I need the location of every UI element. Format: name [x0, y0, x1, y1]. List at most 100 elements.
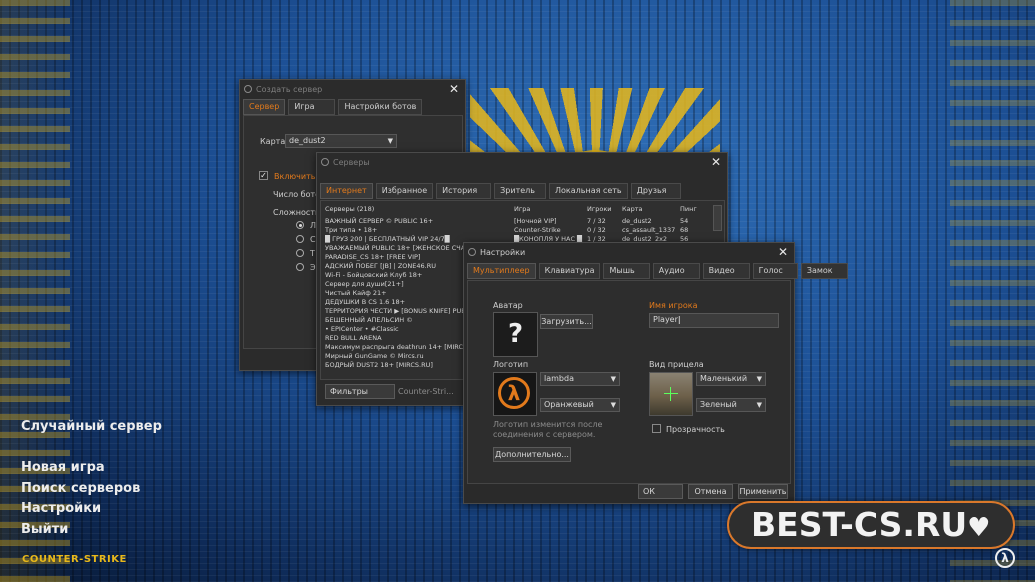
tab-video[interactable]: Видео [702, 263, 750, 279]
map-cell: de_dust2 [622, 217, 652, 225]
chevron-down-icon: ▼ [610, 375, 616, 383]
difficulty-radio-easy[interactable] [296, 221, 304, 229]
difficulty-radio-normal[interactable] [296, 235, 304, 243]
map-cell: cs_assault_1337 [622, 226, 676, 234]
map-label: Карта [260, 137, 286, 146]
tab-friends[interactable]: Друзья [630, 183, 682, 199]
table-row[interactable]: ВАЖНЫЙ СЕРВЕР © PUBLIC 16+ [Ночной VIP] 7 … [321, 217, 724, 226]
list-scrollbar[interactable] [713, 205, 722, 231]
tab-keyboard[interactable]: Клавиатура [538, 263, 601, 279]
radio-label-normal: С [310, 235, 316, 244]
ok-button[interactable]: ОК [638, 484, 683, 499]
steam-icon [321, 158, 329, 166]
crosshair-size-select[interactable]: Маленький ▼ [696, 372, 766, 386]
crosshair-color-select[interactable]: Зеленый ▼ [696, 398, 766, 412]
players-cell: 0 / 32 [587, 226, 606, 234]
tab-bot-settings[interactable]: Настройки ботов [338, 99, 423, 115]
upload-button[interactable]: Загрузить... [540, 314, 593, 329]
crosshair-icon [664, 393, 678, 394]
bot-count-label: Число бото [273, 190, 321, 199]
cancel-button[interactable]: Отмена [688, 484, 733, 499]
heart-icon: ♥ [967, 513, 991, 543]
tab-audio[interactable]: Аудио [652, 263, 700, 279]
window-title: Создать сервер [256, 85, 323, 94]
tab-internet[interactable]: Интернет [320, 183, 373, 199]
logo-label: Логотип [493, 360, 529, 369]
servers-titlebar[interactable]: Серверы ✕ [317, 153, 727, 173]
server-name-cell: ВАЖНЫЙ СЕРВЕР © PUBLIC 16+ [325, 217, 434, 225]
col-header-game[interactable]: Игра [514, 205, 530, 213]
crosshair-preview [649, 372, 693, 416]
tab-spectator[interactable]: Зритель [494, 183, 546, 199]
random-server-link[interactable]: Случайный сервер [21, 419, 162, 434]
close-icon[interactable]: ✕ [778, 245, 788, 259]
apply-button[interactable]: Применить [738, 484, 788, 499]
close-icon[interactable]: ✕ [711, 155, 721, 169]
crosshair-size-value: Маленький [700, 374, 748, 383]
steam-icon [244, 85, 252, 93]
logo-color-select[interactable]: Оранжевый ▼ [540, 398, 620, 412]
crosshair-label: Вид прицела [649, 360, 704, 369]
logo-select-value: lambda [544, 374, 574, 383]
col-header-players[interactable]: Игроки [587, 205, 612, 213]
avatar[interactable]: ? [493, 312, 538, 357]
filters-button[interactable]: Фильтры [325, 384, 395, 399]
tab-favorites[interactable]: Избранное [375, 183, 434, 199]
tab-multiplayer[interactable]: Мультиплеер [467, 263, 536, 279]
difficulty-radio-expert[interactable] [296, 263, 304, 271]
difficulty-radio-hard[interactable] [296, 249, 304, 257]
menu-find-servers[interactable]: Поиск серверов [21, 481, 140, 496]
transparency-checkbox[interactable] [652, 424, 661, 433]
radio-label-expert: Э [310, 263, 316, 272]
tab-mouse[interactable]: Мышь [603, 263, 650, 279]
tab-lan[interactable]: Локальная сеть [548, 183, 628, 199]
settings-window: Настройки ✕ Мультиплеер Клавиатура Мышь … [463, 242, 848, 504]
close-icon[interactable]: ✕ [449, 82, 459, 96]
window-title: Настройки [480, 248, 526, 257]
tab-game[interactable]: Игра [288, 99, 336, 115]
game-cell: [Ночной VIP] [514, 217, 557, 225]
steam-icon [468, 248, 476, 256]
menu-new-game[interactable]: Новая игра [21, 460, 105, 475]
crosshair-color-value: Зеленый [700, 400, 737, 409]
create-server-titlebar[interactable]: Создать сервер ✕ [240, 80, 465, 100]
col-header-ping[interactable]: Пинг [680, 205, 697, 213]
tab-server[interactable]: Сервер [243, 99, 286, 115]
window-title: Серверы [333, 158, 370, 167]
lambda-logo-icon: λ [493, 372, 537, 416]
avatar-placeholder: ? [507, 319, 524, 349]
filter-game-label: Counter-Stri... [398, 387, 454, 396]
col-header-map[interactable]: Карта [622, 205, 643, 213]
half-life-icon[interactable]: λ [995, 548, 1015, 568]
player-name-label: Имя игрока [649, 301, 698, 310]
enable-bots-checkbox[interactable]: ✓ [259, 171, 268, 180]
radio-label-hard: Т [310, 249, 315, 258]
menu-quit[interactable]: Выйти [21, 522, 68, 537]
game-cell: Counter-Strike [514, 226, 561, 234]
player-name-input[interactable]: Player| [649, 313, 779, 328]
tab-voice[interactable]: Голос [752, 263, 798, 279]
table-row[interactable]: Три типа • 18+ Counter-Strike 0 / 32 cs_ass… [321, 226, 724, 235]
map-select-value: de_dust2 [289, 136, 326, 145]
server-name-cell: Три типа • 18+ [325, 226, 378, 234]
difficulty-label: Сложность [273, 208, 320, 217]
col-header-servers[interactable]: Серверы (218) [325, 205, 374, 213]
settings-titlebar[interactable]: Настройки ✕ [464, 243, 794, 263]
logo-select[interactable]: lambda ▼ [540, 372, 620, 386]
best-cs-badge: BEST-CS.RU♥ [727, 501, 1015, 549]
players-cell: 7 / 32 [587, 217, 606, 225]
chevron-down-icon: ▼ [387, 137, 393, 145]
ping-cell: 68 [680, 226, 689, 234]
chevron-down-icon: ▼ [756, 375, 762, 383]
badge-text: BEST-CS.RU [751, 505, 968, 544]
logo-note: Логотип изменится после соединения с сер… [493, 420, 603, 439]
settings-panel: Аватар ? Загрузить... Имя игрока Player|… [467, 280, 791, 484]
tab-history[interactable]: История [436, 183, 492, 199]
chevron-down-icon: ▼ [610, 401, 616, 409]
menu-settings[interactable]: Настройки [21, 501, 101, 516]
advanced-button[interactable]: Дополнительно... [493, 447, 571, 462]
server-list-header: Серверы (218) Игра Игроки Карта Пинг [321, 205, 724, 214]
transparency-label: Прозрачность [666, 425, 725, 434]
map-select[interactable]: de_dust2 ▼ [285, 134, 397, 148]
tab-lock[interactable]: Замок [800, 263, 848, 279]
